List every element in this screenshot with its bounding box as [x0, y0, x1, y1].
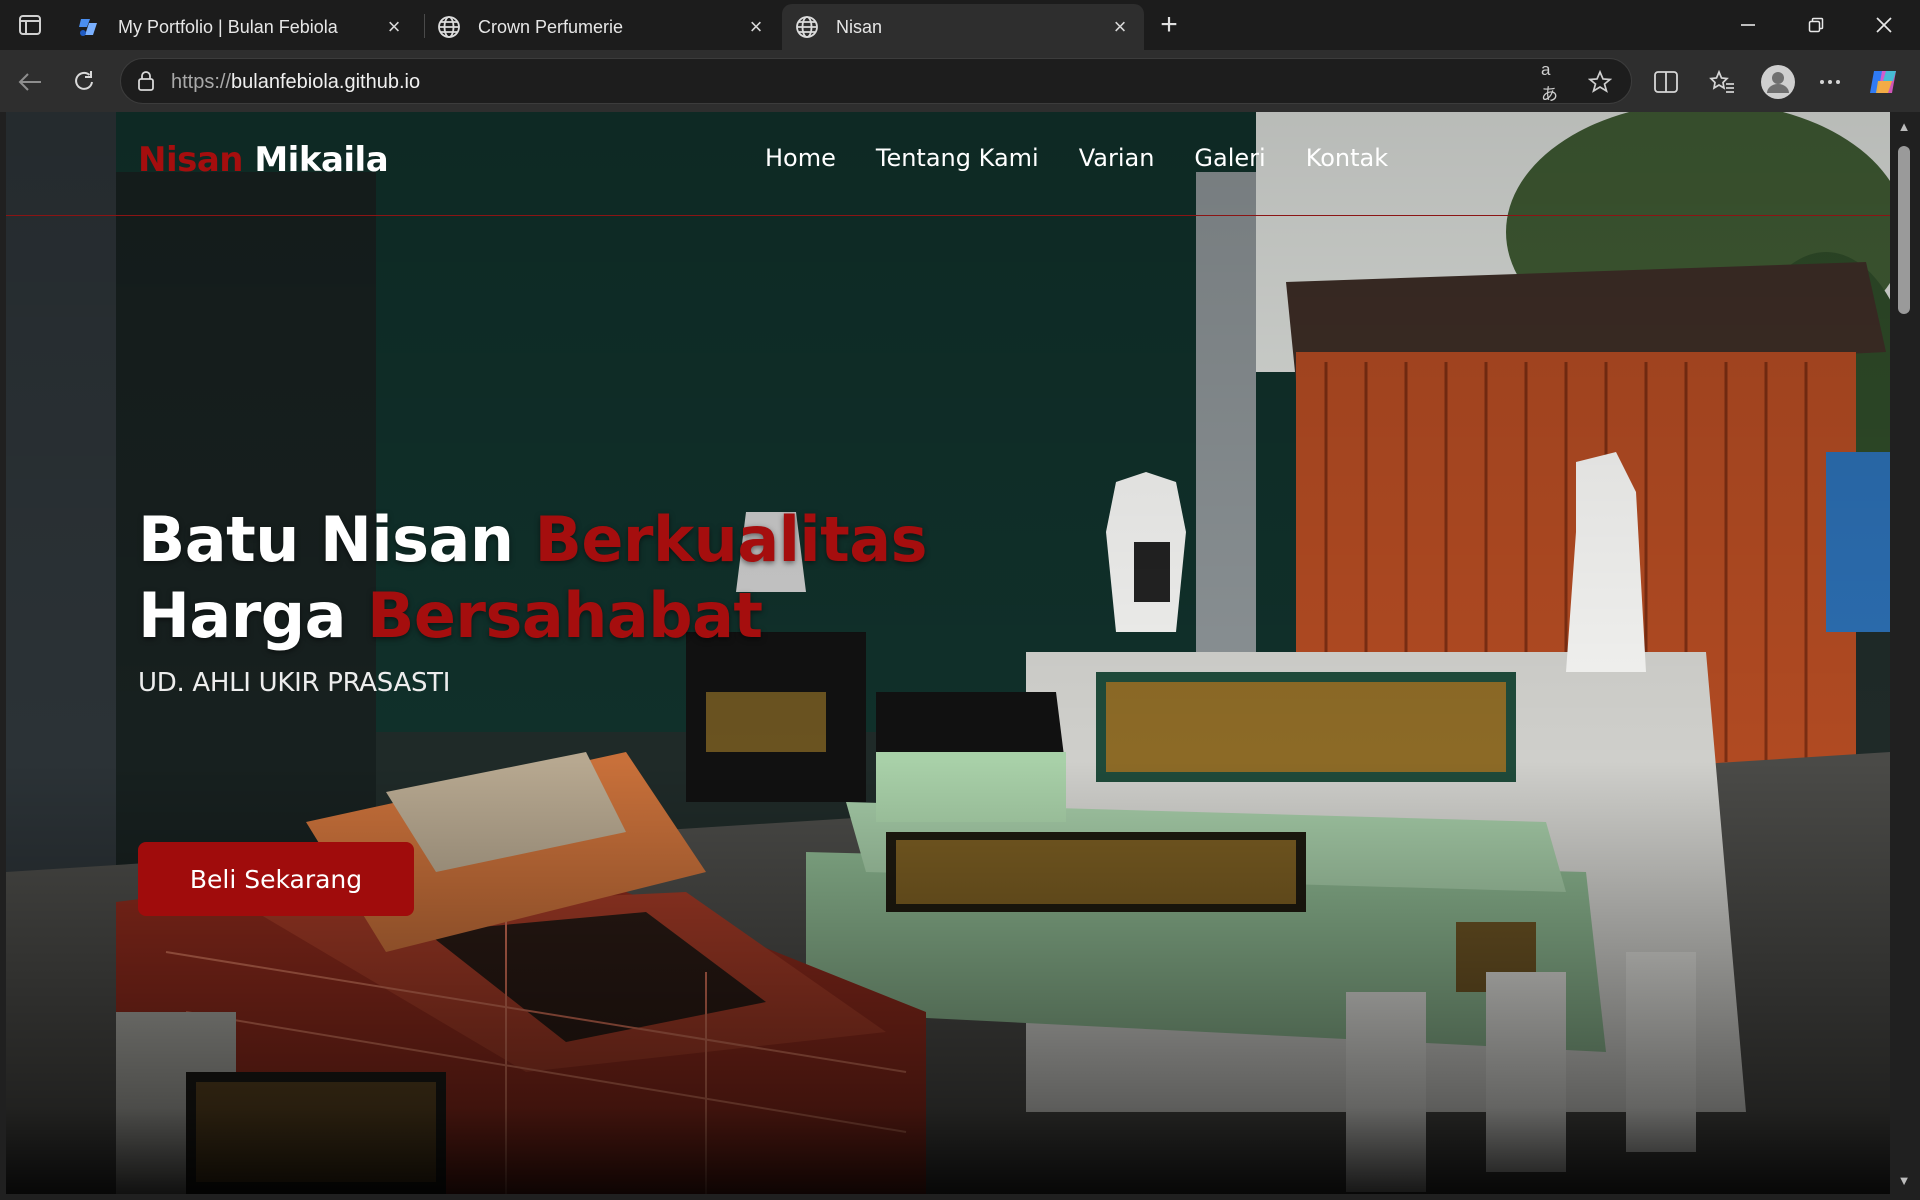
brand-main: Mikaila [254, 140, 389, 180]
nav-galeri[interactable]: Galeri [1194, 144, 1265, 172]
translate-icon[interactable]: aあ [1541, 60, 1567, 104]
hero-headline: Batu Nisan Berkualitas Harga Bersahabat [138, 502, 928, 654]
tab-strip: My Portfolio | Bulan Febiola × Crown Per… [0, 0, 1920, 50]
favorite-star-icon[interactable] [1587, 69, 1613, 95]
profile-avatar[interactable] [1758, 62, 1798, 102]
close-window-icon[interactable] [1854, 0, 1914, 50]
restore-icon[interactable] [1786, 0, 1846, 50]
scroll-down-icon[interactable]: ▼ [1896, 1172, 1912, 1188]
brand-accent: Nisan [138, 140, 244, 180]
tab-label: Nisan [836, 16, 883, 37]
site-logo[interactable]: Nisan Mikaila [138, 140, 389, 180]
close-tab-icon[interactable]: × [1108, 14, 1132, 39]
more-options-icon[interactable] [1812, 64, 1848, 100]
copilot-icon[interactable] [1866, 64, 1902, 100]
scrollbar-thumb[interactable] [1898, 146, 1910, 314]
site-navbar: Nisan Mikaila Home Tentang Kami Varian G… [6, 112, 1890, 216]
split-screen-icon[interactable] [1648, 64, 1684, 100]
url-text[interactable]: https://bulanfebiola.github.io [171, 71, 420, 94]
headline-part: Harga [138, 579, 368, 652]
main-nav: Home Tentang Kami Varian Galeri Kontak [765, 144, 1388, 172]
url-host: bulanfebiola.github.io [231, 71, 421, 93]
headline-highlight: Berkualitas [534, 503, 928, 576]
back-icon[interactable] [12, 64, 48, 100]
hero-section: Nisan Mikaila Home Tentang Kami Varian G… [6, 112, 1890, 1194]
favorites-icon[interactable] [1704, 64, 1740, 100]
page-scrollbar[interactable]: ▲ ▼ [1890, 112, 1920, 1194]
headline-part: Batu Nisan [138, 503, 535, 576]
tab-my-portfolio[interactable]: My Portfolio | Bulan Febiola × [64, 4, 418, 50]
address-bar[interactable]: https://bulanfebiola.github.io aあ [120, 58, 1632, 104]
tab-label: Crown Perfumerie [478, 16, 624, 37]
url-scheme: https:// [171, 71, 232, 93]
tab-label: My Portfolio | Bulan Febiola [118, 16, 338, 37]
globe-icon [436, 14, 462, 40]
hero-content: Batu Nisan Berkualitas Harga Bersahabat … [138, 502, 928, 916]
buy-now-button[interactable]: Beli Sekarang [138, 842, 414, 916]
tab-crown-perfumerie[interactable]: Crown Perfumerie × [424, 4, 780, 50]
tab-nisan[interactable]: Nisan × [782, 4, 1144, 50]
close-tab-icon[interactable]: × [744, 14, 768, 39]
nav-tentang-kami[interactable]: Tentang Kami [876, 144, 1039, 172]
nav-varian[interactable]: Varian [1079, 144, 1155, 172]
headline-highlight: Bersahabat [367, 579, 763, 652]
new-tab-icon[interactable]: + [1152, 8, 1186, 42]
page-viewport: Nisan Mikaila Home Tentang Kami Varian G… [6, 112, 1890, 1194]
browser-toolbar: https://bulanfebiola.github.io aあ [0, 50, 1920, 112]
tab-actions-icon[interactable] [12, 10, 48, 40]
scroll-up-icon[interactable]: ▲ [1896, 118, 1912, 134]
globe-icon [794, 14, 820, 40]
refresh-icon[interactable] [66, 64, 102, 100]
hero-subtitle: UD. AHLI UKIR PRASASTI [138, 668, 451, 698]
nav-home[interactable]: Home [765, 144, 836, 172]
lock-icon[interactable] [135, 70, 157, 92]
portfolio-favicon-icon [76, 14, 102, 40]
close-tab-icon[interactable]: × [382, 14, 406, 39]
minimize-icon[interactable] [1718, 0, 1778, 50]
nav-kontak[interactable]: Kontak [1306, 144, 1388, 172]
